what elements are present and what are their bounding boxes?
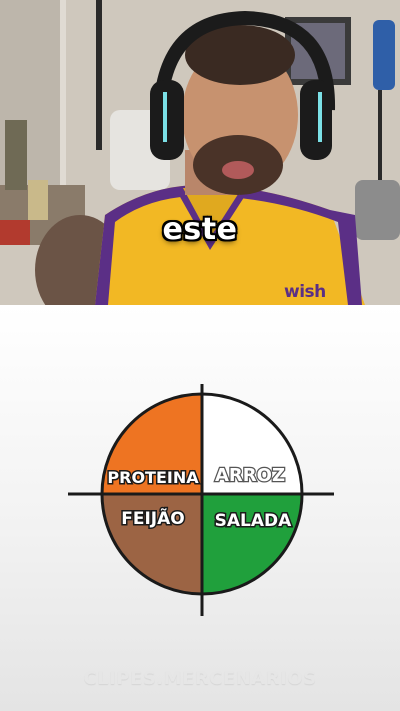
mouth	[222, 161, 254, 179]
blue-bag	[373, 20, 395, 90]
plate-diagram: PROTEINA ARROZ FEIJÃO SALADA	[68, 384, 334, 616]
headset-right-ear	[300, 80, 332, 160]
label-arroz: ARROZ	[215, 465, 285, 486]
pole	[96, 0, 102, 150]
video-scene	[0, 0, 400, 305]
figurine	[5, 120, 27, 190]
headset-light	[163, 92, 167, 142]
video-frame: wish este	[0, 0, 400, 305]
headset-light-right	[318, 92, 322, 142]
label-feijao: FEIJÃO	[121, 506, 184, 529]
jersey-logo: wish	[284, 282, 326, 302]
subtitle-caption: este	[162, 212, 238, 247]
plate-diagram-panel: PROTEINA ARROZ FEIJÃO SALADA CLIPES.MERC…	[0, 305, 400, 711]
door-frame	[60, 0, 66, 190]
label-salada: SALADA	[215, 511, 293, 531]
watermark: CLIPES.MERCENARIOS	[83, 668, 317, 689]
label-proteina: PROTEINA	[107, 468, 199, 487]
